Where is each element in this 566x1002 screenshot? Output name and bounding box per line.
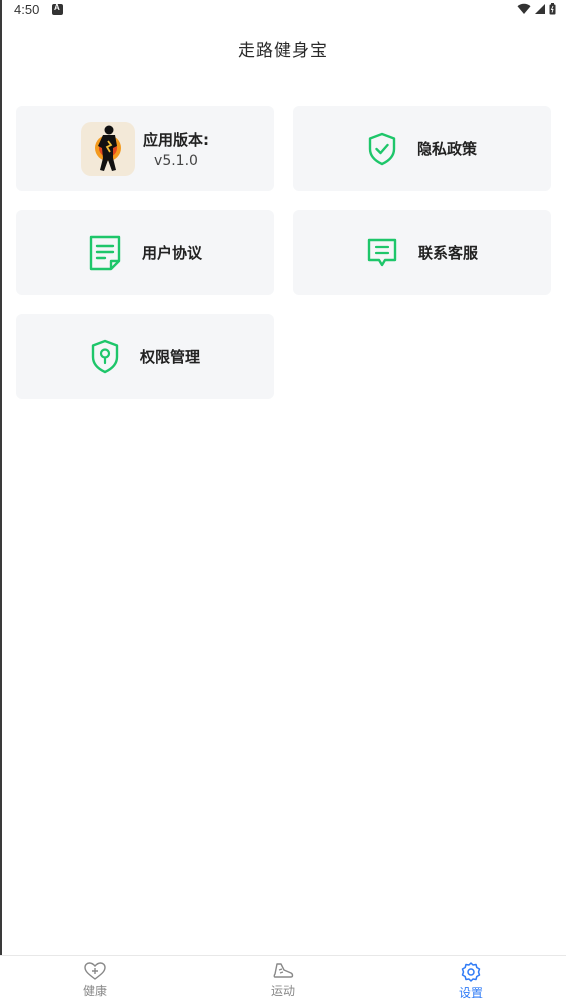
runner-logo-icon [81,121,135,176]
document-icon [88,234,122,272]
permissions-label: 权限管理 [139,348,200,366]
privacy-policy-label: 隐私政策 [416,140,477,158]
nav-item-health[interactable]: 健康 [65,962,125,999]
gear-icon [461,962,481,982]
user-agreement-label: 用户协议 [141,244,202,262]
version-card[interactable]: 应用版本: v5.1.0 [16,106,274,191]
status-bar: 4:50 [0,0,566,22]
contact-support-card[interactable]: 联系客服 [293,210,551,295]
user-agreement-card[interactable]: 用户协议 [16,210,274,295]
shield-lock-icon [90,339,120,375]
nav-label-exercise: 运动 [270,984,295,998]
page-title: 走路健身宝 [238,41,328,61]
nav-label-settings: 设置 [458,986,483,1000]
nav-item-settings[interactable]: 设置 [441,962,501,1001]
chat-icon [366,237,398,269]
window-edge [0,0,2,1002]
version-label: 应用版本: [143,130,209,149]
shield-check-icon [367,132,397,166]
wifi-icon [517,3,531,15]
signal-icon [535,4,545,14]
heart-plus-icon [84,962,106,980]
privacy-policy-card[interactable]: 隐私政策 [293,106,551,191]
contact-support-label: 联系客服 [417,244,478,262]
status-time: 4:50 [14,2,40,17]
nav-item-exercise[interactable]: 运动 [253,962,313,999]
battery-icon [549,3,556,15]
notification-icon [52,3,63,15]
permissions-card[interactable]: 权限管理 [16,314,274,399]
version-value: v5.1.0 [154,152,198,169]
shoe-icon [273,963,294,978]
status-icons [517,3,556,15]
bottom-nav: 健康 运动 设置 [0,955,566,1002]
nav-label-health: 健康 [82,984,107,998]
